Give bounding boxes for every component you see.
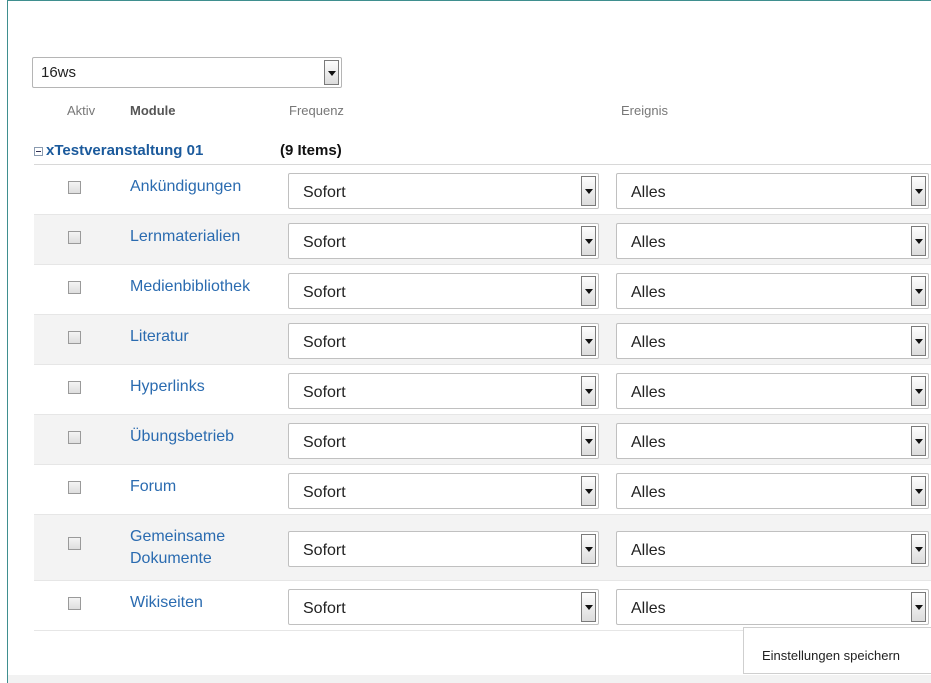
- ereignis-value: Alles: [631, 434, 666, 451]
- dropdown-arrow-icon[interactable]: [581, 592, 596, 622]
- module-link[interactable]: Hyperlinks: [130, 376, 280, 398]
- collapse-minus-icon[interactable]: [34, 147, 43, 156]
- ereignis-value: Alles: [631, 284, 666, 301]
- module-link[interactable]: Forum: [130, 476, 280, 498]
- ereignis-value: Alles: [631, 234, 666, 251]
- dropdown-arrow-icon[interactable]: [911, 426, 926, 456]
- dropdown-arrow-icon[interactable]: [324, 60, 339, 85]
- dropdown-arrow-icon[interactable]: [911, 226, 926, 256]
- frequenz-value: Sofort: [303, 184, 346, 201]
- dropdown-arrow-icon[interactable]: [911, 592, 926, 622]
- dropdown-arrow-icon[interactable]: [581, 326, 596, 356]
- ereignis-value: Alles: [631, 600, 666, 617]
- module-row: Medienbibliothek Sofort Alles: [34, 265, 931, 315]
- ereignis-select[interactable]: Alles: [616, 531, 929, 567]
- frequenz-value: Sofort: [303, 284, 346, 301]
- ereignis-value: Alles: [631, 184, 666, 201]
- module-link[interactable]: Lernmaterialien: [130, 226, 280, 248]
- ereignis-select[interactable]: Alles: [616, 173, 929, 209]
- module-link[interactable]: Medienbibliothek: [130, 276, 280, 298]
- footer-strip: [8, 675, 931, 683]
- frequenz-select[interactable]: Sofort: [288, 423, 599, 459]
- dropdown-arrow-icon[interactable]: [581, 476, 596, 506]
- module-row: Literatur Sofort Alles: [34, 315, 931, 365]
- frequenz-value: Sofort: [303, 484, 346, 501]
- module-link[interactable]: Gemeinsame Dokumente: [130, 526, 280, 570]
- frequenz-select[interactable]: Sofort: [288, 531, 599, 567]
- ereignis-select[interactable]: Alles: [616, 273, 929, 309]
- module-row: Forum Sofort Alles: [34, 465, 931, 515]
- semester-select-value: 16ws: [41, 64, 77, 81]
- dropdown-arrow-icon[interactable]: [911, 276, 926, 306]
- course-title[interactable]: xTestveranstaltung 01: [46, 142, 203, 159]
- frequenz-select[interactable]: Sofort: [288, 173, 599, 209]
- settings-panel: 16ws Aktiv Module Frequenz Ereignis xTes…: [7, 0, 931, 683]
- module-link[interactable]: Literatur: [130, 326, 280, 348]
- aktiv-checkbox[interactable]: [68, 431, 81, 444]
- frequenz-select[interactable]: Sofort: [288, 373, 599, 409]
- course-group-header: xTestveranstaltung 01 (9 Items): [34, 138, 931, 165]
- module-link[interactable]: Ankündigungen: [130, 176, 280, 198]
- item-count: (9 Items): [280, 142, 342, 159]
- dropdown-arrow-icon[interactable]: [911, 176, 926, 206]
- module-row: Wikiseiten Sofort Alles: [34, 581, 931, 631]
- aktiv-checkbox[interactable]: [68, 597, 81, 610]
- semester-select[interactable]: 16ws: [32, 57, 342, 88]
- module-row: Lernmaterialien Sofort Alles: [34, 215, 931, 265]
- dropdown-arrow-icon[interactable]: [581, 534, 596, 564]
- dropdown-arrow-icon[interactable]: [581, 226, 596, 256]
- aktiv-checkbox[interactable]: [68, 231, 81, 244]
- dropdown-arrow-icon[interactable]: [581, 426, 596, 456]
- ereignis-select[interactable]: Alles: [616, 223, 929, 259]
- ereignis-select[interactable]: Alles: [616, 423, 929, 459]
- module-link[interactable]: Übungsbetrieb: [130, 426, 280, 448]
- frequenz-select[interactable]: Sofort: [288, 473, 599, 509]
- dropdown-arrow-icon[interactable]: [581, 176, 596, 206]
- module-row: Hyperlinks Sofort Alles: [34, 365, 931, 415]
- ereignis-value: Alles: [631, 384, 666, 401]
- frequenz-select[interactable]: Sofort: [288, 323, 599, 359]
- dropdown-arrow-icon[interactable]: [911, 376, 926, 406]
- module-row: Übungsbetrieb Sofort Alles: [34, 415, 931, 465]
- frequenz-value: Sofort: [303, 384, 346, 401]
- dropdown-arrow-icon[interactable]: [581, 276, 596, 306]
- column-header-aktiv: Aktiv: [67, 103, 96, 118]
- frequenz-value: Sofort: [303, 434, 346, 451]
- aktiv-checkbox[interactable]: [68, 537, 81, 550]
- frequenz-value: Sofort: [303, 542, 346, 559]
- module-row: Ankündigungen Sofort Alles: [34, 165, 931, 215]
- ereignis-value: Alles: [631, 542, 666, 559]
- aktiv-checkbox[interactable]: [68, 381, 81, 394]
- ereignis-select[interactable]: Alles: [616, 323, 929, 359]
- dropdown-arrow-icon[interactable]: [911, 326, 926, 356]
- aktiv-checkbox[interactable]: [68, 331, 81, 344]
- frequenz-value: Sofort: [303, 600, 346, 617]
- frequenz-value: Sofort: [303, 334, 346, 351]
- module-list: Ankündigungen Sofort Alles Lernmateriali…: [34, 165, 931, 631]
- ereignis-value: Alles: [631, 484, 666, 501]
- ereignis-select[interactable]: Alles: [616, 589, 929, 625]
- ereignis-value: Alles: [631, 334, 666, 351]
- column-header-module: Module: [130, 103, 176, 118]
- dropdown-arrow-icon[interactable]: [581, 376, 596, 406]
- aktiv-checkbox[interactable]: [68, 481, 81, 494]
- module-row: Gemeinsame Dokumente Sofort Alles: [34, 515, 931, 581]
- column-header-frequenz: Frequenz: [289, 103, 344, 118]
- save-settings-button[interactable]: Einstellungen speichern: [743, 627, 931, 674]
- column-header-ereignis: Ereignis: [621, 103, 668, 118]
- ereignis-select[interactable]: Alles: [616, 473, 929, 509]
- ereignis-select[interactable]: Alles: [616, 373, 929, 409]
- frequenz-select[interactable]: Sofort: [288, 223, 599, 259]
- frequenz-select[interactable]: Sofort: [288, 589, 599, 625]
- dropdown-arrow-icon[interactable]: [911, 534, 926, 564]
- dropdown-arrow-icon[interactable]: [911, 476, 926, 506]
- frequenz-value: Sofort: [303, 234, 346, 251]
- module-link[interactable]: Wikiseiten: [130, 592, 280, 614]
- aktiv-checkbox[interactable]: [68, 281, 81, 294]
- aktiv-checkbox[interactable]: [68, 181, 81, 194]
- frequenz-select[interactable]: Sofort: [288, 273, 599, 309]
